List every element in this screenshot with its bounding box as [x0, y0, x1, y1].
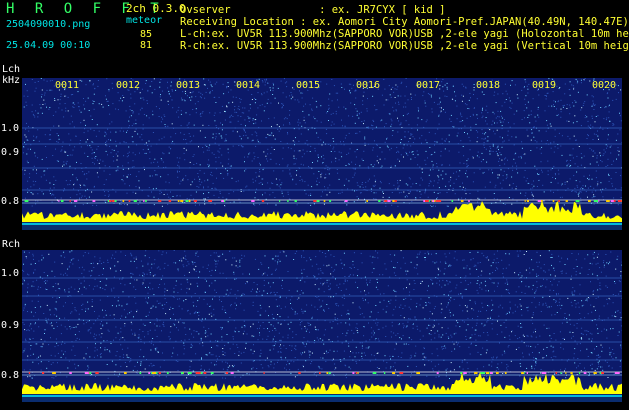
timestamp: 25.04.09 00:10: [6, 40, 91, 51]
time-tick-0011: 0011: [55, 80, 80, 91]
time-tick-0018: 0018: [476, 80, 501, 91]
left-spectrogram: [22, 78, 622, 230]
time-tick-0017: 0017: [416, 80, 441, 91]
observer-info: Ovserver : ex. JR7CYX [ kid ]: [180, 4, 446, 16]
header: H R O F F T 2ch 0.3.0 2504090010.png met…: [0, 0, 629, 62]
right-ytick-0.8: 0.8: [1, 370, 20, 381]
mode-label: 2ch 0.3.0: [126, 2, 186, 15]
count-right: 81: [140, 40, 153, 51]
count-left: 85: [140, 29, 153, 40]
time-tick-0015: 0015: [296, 80, 321, 91]
time-tick-0013: 0013: [176, 80, 201, 91]
left-ytick-1.0: 1.0: [1, 123, 20, 134]
right-ytick-1.0: 1.0: [1, 268, 20, 279]
left-channel-label: Lch: [2, 64, 21, 75]
time-tick-0012: 0012: [116, 80, 141, 91]
left-waterfall-panel: [22, 78, 622, 230]
left-ytick-0.9: 0.9: [1, 147, 20, 158]
right-channel-label: Rch: [2, 239, 21, 250]
left-ytick-0.8: 0.8: [1, 196, 20, 207]
location-info: Receiving Location : ex. Aomori City Aom…: [180, 16, 629, 28]
time-tick-0020: 0020: [592, 80, 617, 91]
kind-label: meteor: [126, 15, 163, 26]
time-tick-0014: 0014: [236, 80, 261, 91]
right-ytick-0.9: 0.9: [1, 320, 20, 331]
frequency-unit: kHz: [2, 75, 21, 86]
file-name: 2504090010.png: [6, 19, 91, 30]
time-tick-0019: 0019: [532, 80, 557, 91]
right-channel-info: R-ch:ex. UV5R 113.900Mhz(SAPPORO VOR)USB…: [180, 40, 629, 52]
right-waterfall-panel: [22, 250, 622, 402]
left-channel-info: L-ch:ex. UV5R 113.900Mhz(SAPPORO VOR)USB…: [180, 28, 629, 40]
right-spectrogram: [22, 250, 622, 402]
time-tick-0016: 0016: [356, 80, 381, 91]
